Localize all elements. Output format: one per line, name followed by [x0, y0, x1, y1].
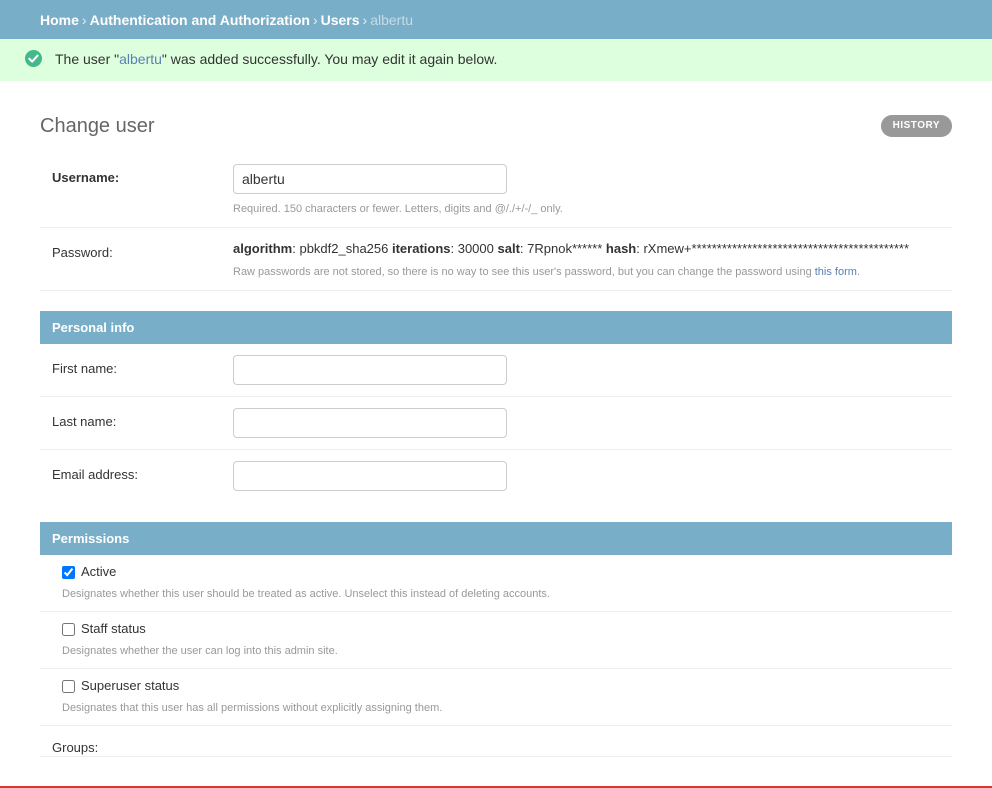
message-list: The user "albertu" was added successfull…	[0, 39, 992, 81]
page-title: Change user	[40, 101, 952, 137]
password-algorithm-key: algorithm	[233, 241, 292, 256]
last-name-input[interactable]	[233, 408, 507, 438]
success-message: The user "albertu" was added successfull…	[0, 39, 992, 81]
email-input[interactable]	[233, 461, 507, 491]
first-name-label: First name:	[52, 355, 212, 377]
password-hash-digest: : rXmew+********************************…	[636, 241, 909, 256]
password-salt-key: salt	[498, 241, 520, 256]
permissions-heading: Permissions	[40, 522, 952, 555]
username-help-text: Required. 150 characters or fewer. Lette…	[233, 202, 940, 216]
history-list-item: HISTORY	[881, 115, 952, 137]
password-help-text: Raw passwords are not stored, so there i…	[233, 265, 940, 279]
password-iterations-key: iterations	[392, 241, 451, 256]
breadcrumb-separator: ›	[79, 12, 90, 28]
superuser-status-checkbox-line: Superuser status	[62, 678, 940, 694]
password-help-before: Raw passwords are not stored, so there i…	[233, 266, 815, 278]
active-checkbox[interactable]	[62, 566, 75, 579]
email-label: Email address:	[52, 461, 212, 483]
object-tools: HISTORY	[881, 115, 952, 137]
staff-status-help-text: Designates whether the user can log into…	[62, 644, 940, 658]
active-checkbox-line: Active	[62, 564, 940, 580]
password-algorithm-value: : pbkdf2_sha256	[292, 241, 392, 256]
form-row-active: Active Designates whether this user shou…	[40, 555, 952, 612]
fieldset-permissions: Permissions Active Designates whether th…	[40, 522, 952, 757]
breadcrumb-item-auth[interactable]: Authentication and Authorization	[90, 12, 310, 28]
form-row-superuser-status: Superuser status Designates that this us…	[40, 669, 952, 726]
breadcrumb: Home›Authentication and Authorization›Us…	[0, 0, 992, 39]
active-help-text: Designates whether this user should be t…	[62, 587, 940, 601]
success-check-icon	[25, 50, 42, 67]
form-row-groups: Groups:	[40, 726, 952, 757]
success-message-text-after: " was added successfully. You may edit i…	[162, 51, 497, 67]
history-button[interactable]: HISTORY	[881, 115, 952, 137]
personal-info-heading: Personal info	[40, 311, 952, 344]
groups-label: Groups:	[52, 740, 940, 756]
password-hash-key: hash	[606, 241, 636, 256]
form-row-staff-status: Staff status Designates whether the user…	[40, 612, 952, 669]
last-name-label: Last name:	[52, 408, 212, 430]
success-message-user-link[interactable]: albertu	[119, 51, 162, 67]
username-label: Username:	[52, 164, 212, 186]
password-salt-value: : 7Rpnok******	[520, 241, 606, 256]
change-password-link[interactable]: this form	[815, 266, 857, 278]
staff-status-checkbox-line: Staff status	[62, 621, 940, 637]
staff-status-checkbox[interactable]	[62, 623, 75, 636]
last-name-field-box	[233, 408, 940, 438]
password-help-after: .	[857, 266, 860, 278]
password-hash-value: algorithm: pbkdf2_sha256 iterations: 300…	[233, 239, 940, 257]
staff-status-label[interactable]: Staff status	[81, 621, 146, 637]
username-field-box: Required. 150 characters or fewer. Lette…	[233, 164, 940, 216]
breadcrumb-item-home[interactable]: Home	[40, 12, 79, 28]
superuser-status-label[interactable]: Superuser status	[81, 678, 179, 694]
breadcrumb-item-users[interactable]: Users	[321, 12, 360, 28]
main-content: Change user HISTORY Username: Required. …	[0, 81, 992, 757]
email-field-box	[233, 461, 940, 491]
breadcrumb-item-current: albertu	[370, 12, 413, 28]
form-row-password: Password: algorithm: pbkdf2_sha256 itera…	[40, 228, 952, 291]
first-name-input[interactable]	[233, 355, 507, 385]
password-field-box: algorithm: pbkdf2_sha256 iterations: 300…	[233, 239, 940, 279]
form-row-last-name: Last name:	[40, 397, 952, 450]
form-row-username: Username: Required. 150 characters or fe…	[40, 153, 952, 228]
password-label: Password:	[52, 239, 212, 261]
fieldset-main: Username: Required. 150 characters or fe…	[40, 153, 952, 291]
form-row-email: Email address:	[40, 450, 952, 502]
superuser-status-checkbox[interactable]	[62, 680, 75, 693]
password-iterations-value: : 30000	[451, 241, 498, 256]
fieldset-personal-info: Personal info First name: Last name: Ema…	[40, 311, 952, 502]
success-message-text-before: The user "	[55, 51, 119, 67]
superuser-status-help-text: Designates that this user has all permis…	[62, 701, 940, 715]
breadcrumb-separator: ›	[310, 12, 321, 28]
username-input[interactable]	[233, 164, 507, 194]
first-name-field-box	[233, 355, 940, 385]
active-label[interactable]: Active	[81, 564, 116, 580]
breadcrumb-separator: ›	[360, 12, 371, 28]
content-header: Change user HISTORY	[40, 101, 952, 157]
form-row-first-name: First name:	[40, 344, 952, 397]
